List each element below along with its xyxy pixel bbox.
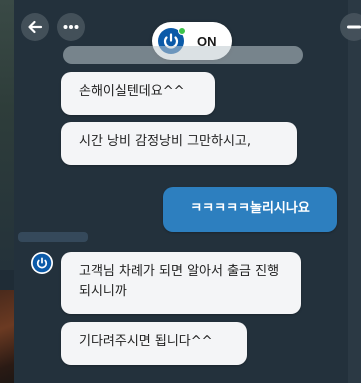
back-button[interactable] xyxy=(21,13,49,41)
agent-message: 손해이실텐데요^^ xyxy=(61,72,215,115)
more-dots-icon xyxy=(63,25,79,29)
minimize-icon xyxy=(347,25,361,29)
back-arrow-icon xyxy=(28,20,43,34)
chat-window: ON 손해이실텐데요^^ 시간 낭비 감정낭비 그만하시고, ㅋㅋㅋㅋㅋ놀리시나… xyxy=(0,0,361,383)
agent-message: 기다려주시면 됩니다^^ xyxy=(61,322,247,365)
more-button[interactable] xyxy=(57,13,85,41)
minimize-button[interactable] xyxy=(340,13,361,41)
agent-message: 고객님 차례가 되면 알아서 출금 진행 되시니까 xyxy=(61,252,301,314)
power-icon xyxy=(32,253,52,273)
online-indicator xyxy=(178,27,186,35)
agent-message: 시간 낭비 감정낭비 그만하시고, xyxy=(61,122,297,165)
agent-avatar xyxy=(31,252,53,274)
blurred-content xyxy=(18,232,88,242)
blurred-content xyxy=(63,46,303,64)
user-message: ㅋㅋㅋㅋㅋ놀리시나요 xyxy=(163,187,337,232)
